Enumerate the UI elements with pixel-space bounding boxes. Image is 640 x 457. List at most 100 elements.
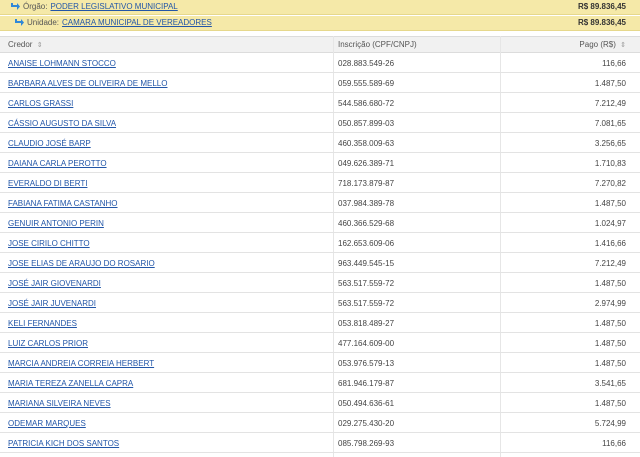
table-row: CARLOS GRASSI 544.586.680-72 7.212,49: [0, 93, 640, 113]
inscricao-cell: 059.555.589-69: [338, 79, 395, 88]
inscricao-cell: 085.798.269-93: [338, 439, 395, 448]
inscricao-cell: 049.626.389-71: [338, 159, 395, 168]
credor-link[interactable]: LUIZ CARLOS PRIOR: [8, 339, 88, 348]
credor-link[interactable]: JOSE ELIAS DE ARAUJO DO ROSARIO: [8, 259, 155, 268]
inscricao-cell: 162.653.609-06: [338, 239, 395, 248]
pago-cell: 7.212,49: [594, 99, 626, 108]
table-row: CLAUDIO JOSÉ BARP 460.358.009-63 3.256,65: [0, 133, 640, 153]
table-row: MARCIA ANDREIA CORREIA HERBERT 053.976.57…: [0, 353, 640, 373]
table-row: EVERALDO DI BERTI 718.173.879-87 7.270,82: [0, 173, 640, 193]
inscricao-cell: 460.366.529-68: [338, 219, 395, 228]
orgao-group-row: Órgão: PODER LEGISLATIVO MUNICIPAL R$ 89…: [0, 0, 640, 15]
unidade-label: Unidade:: [27, 18, 60, 27]
arrow-return-icon: [15, 19, 24, 26]
pago-cell: 7.212,49: [594, 259, 626, 268]
credor-link[interactable]: FABIANA FATIMA CASTANHO: [8, 199, 118, 208]
credor-link[interactable]: CÁSSIO AUGUSTO DA SILVA: [8, 119, 116, 128]
credor-link[interactable]: PATRICIA KICH DOS SANTOS: [8, 439, 119, 448]
credor-link[interactable]: MARCIA ANDREIA CORREIA HERBERT: [8, 359, 154, 368]
inscricao-cell: 963.449.545-15: [338, 259, 395, 268]
inscricao-cell: 028.883.549-26: [338, 59, 395, 68]
unidade-group-left: Unidade: CAMARA MUNICIPAL DE VEREADORES: [14, 18, 212, 27]
orgao-group-left: Órgão: PODER LEGISLATIVO MUNICIPAL: [10, 2, 178, 11]
credor-link[interactable]: CLAUDIO JOSÉ BARP: [8, 139, 91, 148]
credor-link[interactable]: MARIA TEREZA ZANELLA CAPRA: [8, 379, 133, 388]
credor-link[interactable]: MARIANA SILVEIRA NEVES: [8, 399, 111, 408]
sort-icon[interactable]: ⇕: [37, 42, 43, 49]
credor-link[interactable]: CARLOS GRASSI: [8, 99, 73, 108]
table-row: ODEMAR MARQUES 029.275.430-20 5.724,99: [0, 413, 640, 433]
inscricao-cell: 460.358.009-63: [338, 139, 395, 148]
table-row: JOSE ELIAS DE ARAUJO DO ROSARIO 963.449.5…: [0, 253, 640, 273]
credor-link[interactable]: BARBARA ALVES DE OLIVEIRA DE MELLO: [8, 79, 167, 88]
pago-cell: 1.487,50: [594, 279, 626, 288]
credor-link[interactable]: DAIANA CARLA PEROTTO: [8, 159, 107, 168]
pago-cell: 1.416,66: [594, 239, 626, 248]
pago-cell: 1.024,97: [594, 219, 626, 228]
unidade-group-row: Unidade: CAMARA MUNICIPAL DE VEREADORES …: [0, 16, 640, 31]
inscricao-cell: 681.946.179-87: [338, 379, 395, 388]
inscricao-cell: 050.494.636-61: [338, 399, 395, 408]
table-row: LUIZ CARLOS PRIOR 477.164.609-00 1.487,50: [0, 333, 640, 353]
orgao-total: R$ 89.836,45: [577, 2, 626, 11]
pago-cell: 1.710,83: [594, 159, 626, 168]
pago-cell: 1.487,50: [594, 339, 626, 348]
inscricao-cell: 477.164.609-00: [338, 339, 395, 348]
table-row: BARBARA ALVES DE OLIVEIRA DE MELLO 059.55…: [0, 73, 640, 93]
credor-link[interactable]: KELI FERNANDES: [8, 319, 77, 328]
pago-cell: 7.270,82: [594, 179, 626, 188]
pago-cell: 1.487,50: [594, 359, 626, 368]
column-header-pago[interactable]: Pago (R$) ⇕: [579, 40, 626, 49]
table-body: ANAISE LOHMANN STOCCO 028.883.549-26 116,6…: [0, 53, 640, 453]
column-header-pago-label: Pago (R$): [579, 40, 616, 49]
column-header-inscricao: Inscrição (CPF/CNPJ): [338, 40, 417, 49]
table-row: JOSÉ JAIR GIOVENARDI 563.517.559-72 1.487,…: [0, 273, 640, 293]
pago-cell: 1.487,50: [594, 79, 626, 88]
pago-cell: 5.724,99: [594, 419, 626, 428]
sort-icon[interactable]: ⇕: [620, 42, 626, 49]
credor-link[interactable]: ANAISE LOHMANN STOCCO: [8, 59, 116, 68]
credor-link[interactable]: ODEMAR MARQUES: [8, 419, 86, 428]
pago-cell: 7.081,65: [594, 119, 626, 128]
inscricao-cell: 050.857.899-03: [338, 119, 395, 128]
table-row: PATRICIA KICH DOS SANTOS 085.798.269-93 11…: [0, 433, 640, 453]
credor-link[interactable]: JOSÉ JAIR JUVENARDI: [8, 299, 96, 308]
table-header: Credor ⇕ Inscrição (CPF/CNPJ) Pago (R$) …: [0, 36, 640, 53]
orgao-label: Órgão:: [23, 2, 48, 11]
table-row: GENUIR ANTONIO PERIN 460.366.529-68 1.024,…: [0, 213, 640, 233]
table-row: KELI FERNANDES 053.818.489-27 1.487,50: [0, 313, 640, 333]
inscricao-cell: 563.517.559-72: [338, 299, 395, 308]
table-row: FABIANA FATIMA CASTANHO 037.984.389-78 1.4…: [0, 193, 640, 213]
inscricao-cell: 029.275.430-20: [338, 419, 395, 428]
orgao-link[interactable]: PODER LEGISLATIVO MUNICIPAL: [50, 2, 177, 11]
unidade-link[interactable]: CAMARA MUNICIPAL DE VEREADORES: [62, 18, 212, 27]
credor-link[interactable]: EVERALDO DI BERTI: [8, 179, 87, 188]
pago-cell: 2.974,99: [594, 299, 626, 308]
unidade-total: R$ 89.836,45: [577, 18, 626, 27]
credor-link[interactable]: GENUIR ANTONIO PERIN: [8, 219, 104, 228]
table-row: JOSE CIRILO CHITTO 162.653.609-06 1.416,66: [0, 233, 640, 253]
table-row: ANAISE LOHMANN STOCCO 028.883.549-26 116,6…: [0, 53, 640, 73]
pago-cell: 116,66: [602, 439, 626, 448]
inscricao-cell: 053.976.579-13: [338, 359, 395, 368]
inscricao-cell: 563.517.559-72: [338, 279, 395, 288]
table-row: MARIANA SILVEIRA NEVES 050.494.636-61 1.48…: [0, 393, 640, 413]
table-row: DAIANA CARLA PEROTTO 049.626.389-71 1.710,…: [0, 153, 640, 173]
column-header-credor-label: Credor: [8, 40, 33, 49]
table-row: CÁSSIO AUGUSTO DA SILVA 050.857.899-03 7.0…: [0, 113, 640, 133]
credor-link[interactable]: JOSÉ JAIR GIOVENARDI: [8, 279, 101, 288]
arrow-return-icon: [11, 3, 20, 10]
credores-report: Órgão: PODER LEGISLATIVO MUNICIPAL R$ 89…: [0, 0, 640, 457]
credor-link[interactable]: JOSE CIRILO CHITTO: [8, 239, 90, 248]
table-row: JOSÉ JAIR JUVENARDI 563.517.559-72 2.974,9…: [0, 293, 640, 313]
pago-cell: 1.487,50: [594, 399, 626, 408]
inscricao-cell: 037.984.389-78: [338, 199, 395, 208]
table-row: MARIA TEREZA ZANELLA CAPRA 681.946.179-87…: [0, 373, 640, 393]
inscricao-cell: 544.586.680-72: [338, 99, 395, 108]
pago-cell: 1.487,50: [594, 199, 626, 208]
column-header-credor[interactable]: Credor ⇕: [8, 40, 43, 49]
pago-cell: 3.256,65: [594, 139, 626, 148]
pago-cell: 116,66: [602, 59, 626, 68]
pago-cell: 3.541,65: [594, 379, 626, 388]
pago-cell: 1.487,50: [594, 319, 626, 328]
